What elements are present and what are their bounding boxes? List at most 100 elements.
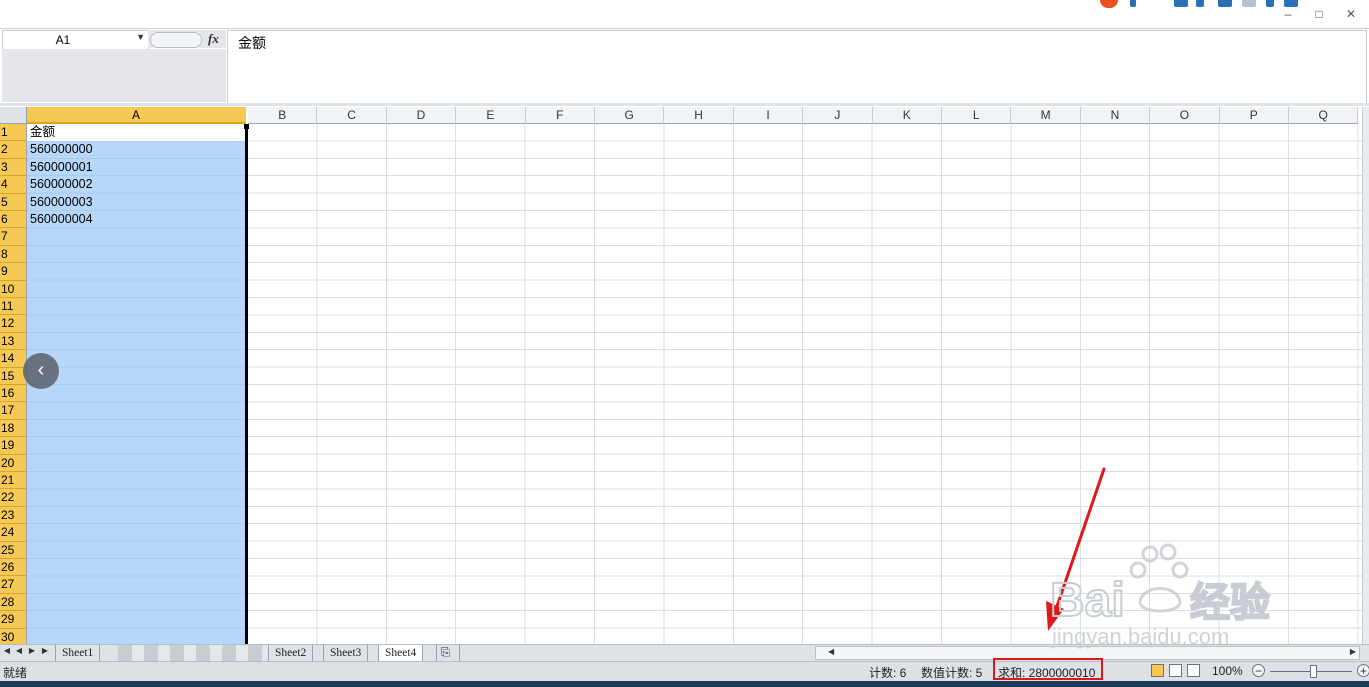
status-ready: 就绪 bbox=[3, 666, 28, 680]
row-header-3[interactable]: 3 bbox=[0, 158, 27, 177]
cell-a1[interactable]: 金额 bbox=[30, 124, 55, 141]
insert-function-icon[interactable]: fx bbox=[208, 31, 219, 47]
column-header-f[interactable]: F bbox=[525, 107, 595, 124]
row-header-13[interactable]: 13 bbox=[0, 332, 27, 351]
row-header-9[interactable]: 9 bbox=[0, 263, 27, 281]
fill-handle[interactable] bbox=[244, 124, 249, 129]
column-header-k[interactable]: K bbox=[872, 107, 942, 124]
share-icon[interactable] bbox=[1266, 0, 1274, 7]
page-layout-icon[interactable] bbox=[1169, 664, 1182, 677]
row-header-19[interactable]: 19 bbox=[0, 437, 27, 455]
prev-sheet-icon[interactable]: ◀ bbox=[14, 646, 24, 655]
formula-input[interactable]: 金额 bbox=[227, 30, 1367, 104]
tab-sheet3[interactable]: Sheet3 bbox=[323, 645, 369, 661]
svg-text:jingyan.baidu.com: jingyan.baidu.com bbox=[1051, 624, 1229, 649]
restore-icon[interactable]: □ bbox=[1308, 6, 1330, 22]
column-header-m[interactable]: M bbox=[1011, 107, 1081, 124]
divider bbox=[0, 103, 1369, 106]
chevron-left-icon[interactable]: ‹ bbox=[23, 353, 59, 389]
insert-sheet-icon[interactable]: ⎘ bbox=[436, 645, 460, 661]
row-header-7[interactable]: 7 bbox=[0, 228, 27, 246]
row-header-1[interactable]: 1 bbox=[0, 124, 27, 142]
app-logo-icon bbox=[1100, 0, 1118, 8]
first-sheet-icon[interactable]: ◀ bbox=[2, 646, 12, 655]
column-header-p[interactable]: P bbox=[1219, 107, 1289, 124]
tab-sheet1[interactable]: Sheet1 bbox=[55, 645, 101, 661]
status-count: 计数: 6 bbox=[869, 666, 907, 680]
tab-sheet4[interactable]: Sheet4 bbox=[378, 645, 424, 661]
page-break-icon[interactable] bbox=[1187, 664, 1200, 677]
column-header-n[interactable]: N bbox=[1080, 107, 1151, 124]
row-header-29[interactable]: 29 bbox=[0, 611, 27, 629]
blurred-tabs bbox=[118, 645, 268, 661]
column-header-e[interactable]: E bbox=[456, 107, 526, 124]
column-header-j[interactable]: J bbox=[803, 107, 873, 124]
zoom-out-icon[interactable]: − bbox=[1252, 664, 1265, 677]
row-header-8[interactable]: 8 bbox=[0, 245, 27, 264]
row-header-30[interactable]: 30 bbox=[0, 628, 27, 644]
column-header-q[interactable]: Q bbox=[1289, 107, 1359, 124]
column-header-b[interactable]: B bbox=[248, 107, 318, 124]
row-header-22[interactable]: 22 bbox=[0, 489, 27, 507]
next-sheet-icon[interactable]: ▶ bbox=[27, 646, 37, 655]
zoom-level[interactable]: 100% bbox=[1212, 664, 1243, 678]
cell-a2[interactable]: 560000000 bbox=[30, 141, 93, 158]
column-header-o[interactable]: O bbox=[1150, 107, 1220, 124]
taskbar bbox=[0, 681, 1369, 687]
mic-icon[interactable] bbox=[1196, 0, 1204, 7]
screen-icon[interactable] bbox=[1218, 0, 1232, 7]
select-all-corner[interactable] bbox=[0, 107, 27, 124]
row-header-17[interactable]: 17 bbox=[0, 402, 27, 420]
row-header-24[interactable]: 24 bbox=[0, 524, 27, 542]
formula-controls: fx bbox=[148, 30, 226, 48]
help-icon[interactable] bbox=[1174, 0, 1188, 7]
scroll-right-icon[interactable]: ▶ bbox=[1350, 647, 1356, 656]
svg-text:经验: 经验 bbox=[1190, 581, 1270, 625]
row-header-18[interactable]: 18 bbox=[0, 419, 27, 438]
column-header-a[interactable]: A bbox=[27, 107, 246, 124]
row-header-5[interactable]: 5 bbox=[0, 193, 27, 211]
last-sheet-icon[interactable]: ▶ bbox=[40, 646, 50, 655]
row-header-4[interactable]: 4 bbox=[0, 176, 27, 194]
column-header-c[interactable]: C bbox=[317, 107, 387, 124]
column-header-i[interactable]: I bbox=[733, 107, 804, 124]
cell-a6[interactable]: 560000004 bbox=[30, 211, 93, 228]
cell-a3[interactable]: 560000001 bbox=[30, 159, 93, 176]
name-box[interactable]: A1 ▼ bbox=[2, 30, 149, 50]
row-header-20[interactable]: 20 bbox=[0, 454, 27, 472]
zoom-slider-thumb[interactable] bbox=[1310, 665, 1317, 678]
scroll-left-icon[interactable]: ◀ bbox=[828, 647, 834, 656]
cell-a5[interactable]: 560000003 bbox=[30, 194, 93, 211]
row-header-26[interactable]: 26 bbox=[0, 559, 27, 577]
formula-content: 金额 bbox=[238, 35, 266, 51]
row-header-10[interactable]: 10 bbox=[0, 280, 27, 298]
column-header-g[interactable]: G bbox=[595, 107, 665, 124]
zoom-in-icon[interactable]: + bbox=[1357, 664, 1369, 677]
row-header-2[interactable]: 2 bbox=[0, 141, 27, 159]
tab-sheet2[interactable]: Sheet2 bbox=[268, 645, 314, 661]
column-header-d[interactable]: D bbox=[386, 107, 457, 124]
column-header-l[interactable]: L bbox=[942, 107, 1012, 124]
row-header-23[interactable]: 23 bbox=[0, 506, 27, 525]
chevron-down-icon[interactable]: ▼ bbox=[136, 32, 145, 42]
row-header-25[interactable]: 25 bbox=[0, 541, 27, 559]
normal-view-icon[interactable] bbox=[1151, 664, 1164, 677]
shirt-icon[interactable] bbox=[1242, 0, 1256, 7]
vertical-scrollbar[interactable] bbox=[1362, 107, 1369, 644]
minimize-icon[interactable]: – bbox=[1277, 6, 1299, 22]
formula-resize-handle[interactable] bbox=[150, 32, 202, 48]
cell-a4[interactable]: 560000002 bbox=[30, 176, 93, 193]
row-header-11[interactable]: 11 bbox=[0, 298, 27, 316]
column-header-h[interactable]: H bbox=[664, 107, 734, 124]
row-header-28[interactable]: 28 bbox=[0, 593, 27, 612]
status-bar: 就绪 计数: 6 数值计数: 5 求和: 2800000010 100% − + bbox=[0, 658, 1369, 682]
active-cell-a1[interactable] bbox=[27, 124, 246, 142]
row-header-12[interactable]: 12 bbox=[0, 315, 27, 333]
row-header-6[interactable]: 6 bbox=[0, 211, 27, 229]
toolbar-icon[interactable] bbox=[1130, 0, 1136, 7]
row-header-21[interactable]: 21 bbox=[0, 472, 27, 490]
row-header-27[interactable]: 27 bbox=[0, 576, 27, 594]
row-header-16[interactable]: 16 bbox=[0, 385, 27, 403]
baidu-watermark-logo: Bai 经验 jingyan.baidu.com bbox=[1049, 543, 1271, 649]
close-icon[interactable]: ✕ bbox=[1340, 6, 1362, 22]
